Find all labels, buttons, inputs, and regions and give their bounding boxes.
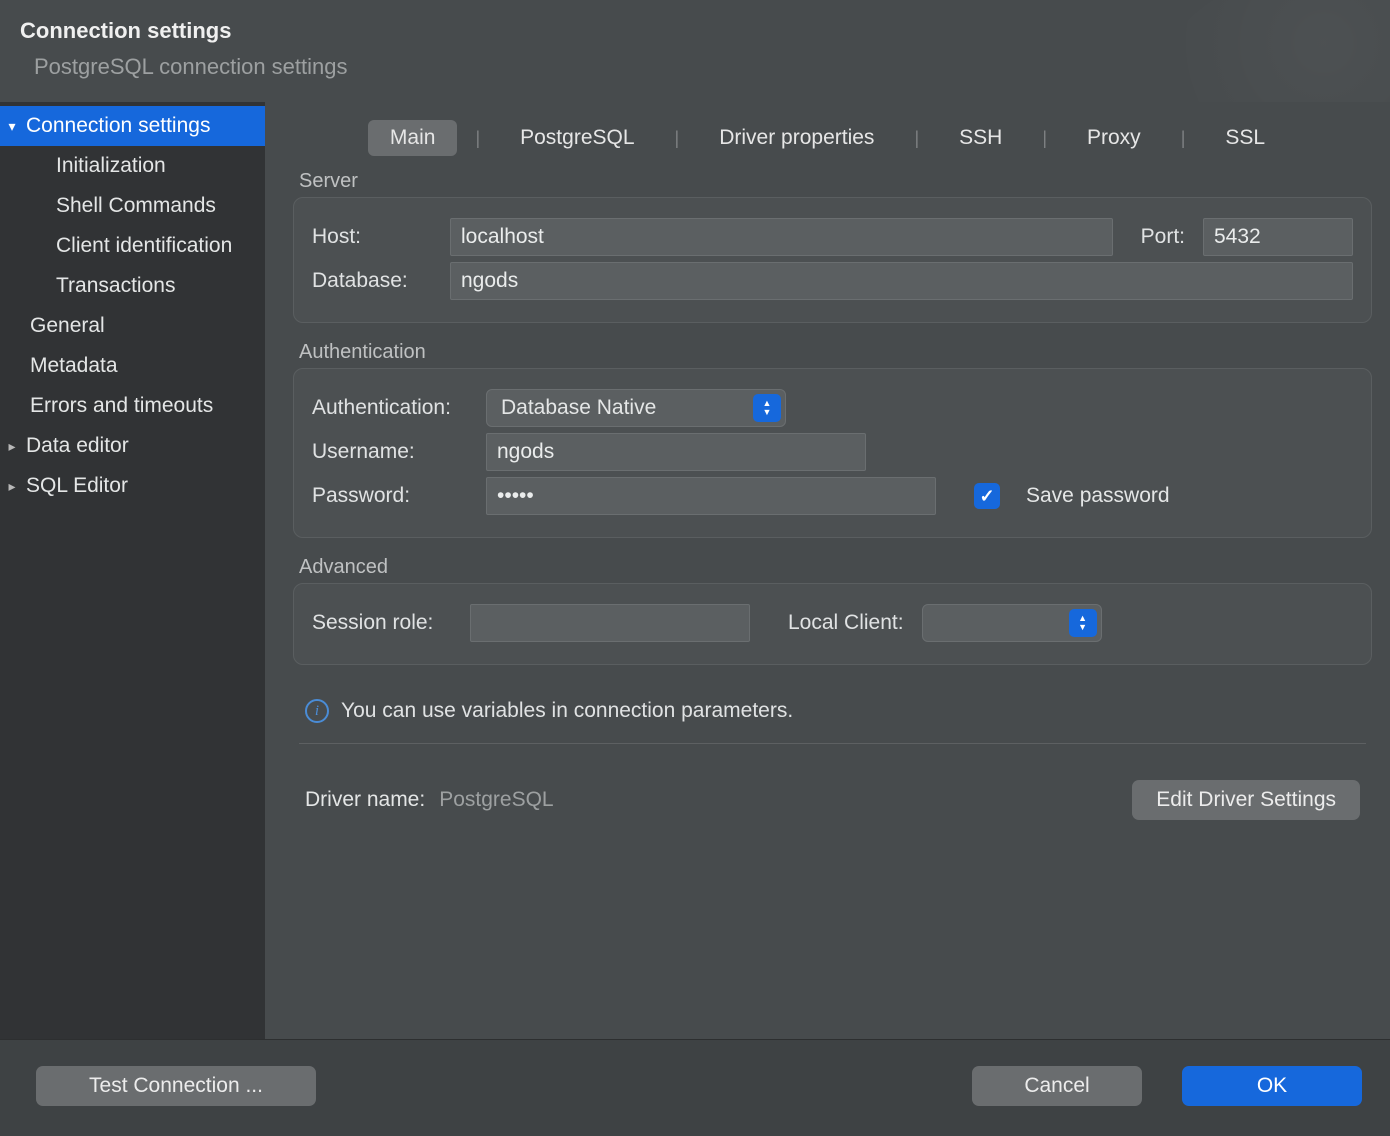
tab-label: PostgreSQL: [520, 126, 634, 149]
sidebar-item-label: SQL Editor: [26, 474, 128, 498]
auth-mode-label: Authentication:: [312, 396, 468, 420]
save-password-label: Save password: [1026, 484, 1170, 508]
password-input[interactable]: [486, 477, 936, 515]
driver-name-value: PostgreSQL: [439, 788, 553, 812]
chevron-down-icon: ▾: [2, 118, 22, 135]
dialog-title: Connection settings: [20, 18, 1370, 44]
database-label: Database:: [312, 269, 432, 293]
password-label: Password:: [312, 484, 468, 508]
sidebar-item-label: Errors and timeouts: [30, 394, 213, 418]
tab-driver-properties[interactable]: Driver properties: [697, 120, 896, 156]
button-label: Edit Driver Settings: [1156, 788, 1336, 811]
database-input[interactable]: [450, 262, 1353, 300]
advanced-fieldset: Session role: Local Client: ▲▼: [293, 583, 1372, 665]
save-password-checkbox[interactable]: ✓: [974, 483, 1000, 509]
sidebar-item-label: Connection settings: [26, 114, 210, 138]
sidebar-item-label: Data editor: [26, 434, 129, 458]
test-connection-button[interactable]: Test Connection ...: [36, 1066, 316, 1106]
port-label: Port:: [1141, 225, 1185, 249]
tab-postgresql[interactable]: PostgreSQL: [498, 120, 656, 156]
select-stepper-icon: ▲▼: [1069, 609, 1097, 637]
tab-separator: |: [675, 128, 680, 149]
tab-bar: Main | PostgreSQL | Driver properties | …: [265, 110, 1390, 170]
sidebar-item-label: Metadata: [30, 354, 118, 378]
session-role-input[interactable]: [470, 604, 750, 642]
tab-label: SSL: [1225, 126, 1265, 149]
tab-main[interactable]: Main: [368, 120, 458, 156]
info-icon: i: [305, 699, 329, 723]
sidebar-item-errors-timeouts[interactable]: Errors and timeouts: [0, 386, 265, 426]
sidebar-item-label: Shell Commands: [56, 194, 216, 218]
sidebar-item-transactions[interactable]: Transactions: [0, 266, 265, 306]
button-label: Cancel: [1024, 1074, 1089, 1097]
edit-driver-settings-button[interactable]: Edit Driver Settings: [1132, 780, 1360, 820]
auth-fieldset: Authentication: Database Native ▲▼ Usern…: [293, 368, 1372, 538]
host-input[interactable]: [450, 218, 1113, 256]
sidebar-item-label: Initialization: [56, 154, 166, 178]
host-label: Host:: [312, 225, 432, 249]
tab-proxy[interactable]: Proxy: [1065, 120, 1163, 156]
port-input[interactable]: [1203, 218, 1353, 256]
tab-label: Proxy: [1087, 126, 1141, 149]
advanced-group-label: Advanced: [299, 556, 1372, 579]
sidebar-item-metadata[interactable]: Metadata: [0, 346, 265, 386]
sidebar-item-label: General: [30, 314, 105, 338]
local-client-label: Local Client:: [788, 611, 904, 635]
sidebar-item-client-identification[interactable]: Client identification: [0, 226, 265, 266]
button-label: Test Connection ...: [89, 1074, 263, 1097]
tab-separator: |: [914, 128, 919, 149]
dialog-footer: Test Connection ... Cancel OK: [0, 1039, 1390, 1136]
tab-label: Driver properties: [719, 126, 874, 149]
tab-separator: |: [1181, 128, 1186, 149]
tab-ssh[interactable]: SSH: [937, 120, 1024, 156]
session-role-label: Session role:: [312, 611, 452, 635]
info-text: You can use variables in connection para…: [341, 699, 793, 723]
chevron-right-icon: ▸: [2, 438, 22, 455]
decorative-swoosh: [1129, 0, 1390, 102]
dialog-header: Connection settings PostgreSQL connectio…: [0, 0, 1390, 102]
driver-name-label: Driver name:: [305, 788, 425, 812]
info-row: i You can use variables in connection pa…: [299, 683, 1366, 744]
cancel-button[interactable]: Cancel: [972, 1066, 1142, 1106]
chevron-right-icon: ▸: [2, 478, 22, 495]
username-label: Username:: [312, 440, 468, 464]
select-value: Database Native: [501, 396, 656, 420]
sidebar-item-general[interactable]: General: [0, 306, 265, 346]
sidebar-item-data-editor[interactable]: ▸ Data editor: [0, 426, 265, 466]
settings-sidebar: ▾ Connection settings Initialization She…: [0, 102, 265, 1039]
username-input[interactable]: [486, 433, 866, 471]
local-client-select[interactable]: ▲▼: [922, 604, 1102, 642]
sidebar-item-connection-settings[interactable]: ▾ Connection settings: [0, 106, 265, 146]
tab-separator: |: [475, 128, 480, 149]
tab-separator: |: [1042, 128, 1047, 149]
sidebar-item-label: Transactions: [56, 274, 175, 298]
tab-label: SSH: [959, 126, 1002, 149]
select-stepper-icon: ▲▼: [753, 394, 781, 422]
auth-group-label: Authentication: [299, 341, 1372, 364]
ok-button[interactable]: OK: [1182, 1066, 1362, 1106]
sidebar-item-label: Client identification: [56, 234, 232, 258]
tab-ssl[interactable]: SSL: [1203, 120, 1287, 156]
sidebar-item-shell-commands[interactable]: Shell Commands: [0, 186, 265, 226]
sidebar-item-initialization[interactable]: Initialization: [0, 146, 265, 186]
tab-label: Main: [390, 126, 436, 149]
server-fieldset: Host: Port: Database:: [293, 197, 1372, 323]
sidebar-item-sql-editor[interactable]: ▸ SQL Editor: [0, 466, 265, 506]
auth-mode-select[interactable]: Database Native ▲▼: [486, 389, 786, 427]
server-group-label: Server: [299, 170, 1372, 193]
button-label: OK: [1257, 1074, 1287, 1097]
